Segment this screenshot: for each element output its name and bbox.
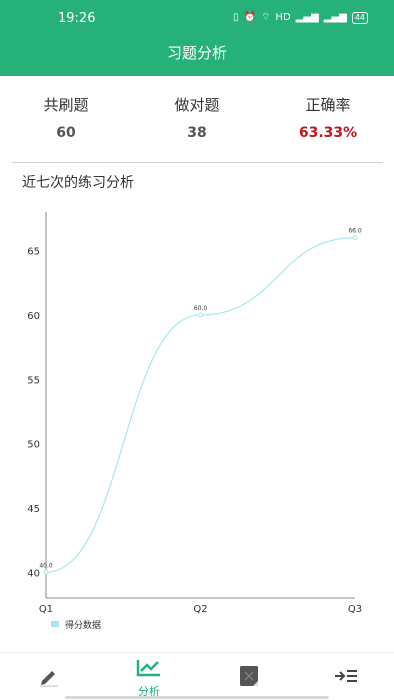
data-point: [198, 312, 203, 318]
chart-line-icon: [136, 660, 160, 677]
data-label: 66.0: [348, 228, 362, 235]
nav-practice[interactable]: [14, 665, 84, 691]
stat-rate: 正确率 63.33%: [268, 94, 388, 141]
home-indicator: [65, 696, 329, 699]
y-tick-label: 50: [27, 440, 40, 451]
section-title: 近七次的练习分析: [22, 175, 134, 191]
stat-total-value: 60: [56, 125, 76, 141]
series-line: [45, 237, 356, 573]
series-points: 40.0 60.0 66.0: [39, 228, 362, 575]
data-point: [43, 569, 49, 575]
vibrate-icon: ▯: [233, 12, 239, 23]
x-tick-label: Q3: [348, 604, 362, 615]
pencil-icon: [40, 671, 58, 687]
score-line-chart: 40 45 50 55 60 65 Q1 Q2 Q3 40.0 60.0 66.0 得分数据: [27, 212, 362, 631]
signal-icon: ▂▄▆: [295, 12, 319, 23]
status-icons: ▯ ⏰ ⌔ HD ▂▄▆ ▂▄▆ 44: [233, 11, 368, 24]
x-axis: Q1 Q2 Q3: [39, 604, 362, 615]
legend-label: 得分数据: [65, 619, 101, 631]
divider: [12, 162, 383, 163]
nav-wrong-book[interactable]: [214, 664, 284, 692]
bottom-nav: 分析: [0, 652, 394, 700]
stat-correct-label: 做对题: [174, 96, 220, 114]
signal-icon-2: ▂▄▆: [323, 12, 347, 23]
note-book-icon: [240, 666, 258, 686]
y-tick-label: 45: [27, 504, 40, 515]
y-tick-label: 65: [27, 247, 40, 258]
stat-total: 共刷题 60: [6, 94, 126, 141]
y-tick-label: 60: [27, 311, 40, 322]
wifi-icon: ⌔: [261, 12, 271, 23]
data-label: 40.0: [39, 562, 53, 569]
stat-rate-value: 63.33%: [298, 125, 358, 141]
y-tick-label: 40: [27, 568, 40, 579]
data-point: [352, 235, 358, 241]
nav-analysis[interactable]: 分析: [114, 657, 184, 699]
network-label: HD: [275, 12, 291, 23]
stat-correct-value: 38: [187, 125, 207, 141]
app-bar: 习题分析: [0, 36, 394, 76]
y-tick-label: 55: [27, 375, 40, 386]
stat-rate-label: 正确率: [305, 96, 351, 114]
x-tick-label: Q1: [39, 604, 53, 615]
status-bar: 19:26 ▯ ⏰ ⌔ HD ▂▄▆ ▂▄▆ 44: [0, 0, 394, 36]
data-label: 60.0: [194, 305, 208, 312]
page-title: 习题分析: [166, 44, 227, 62]
stats-panel: 共刷题 60 做对题 38 正确率 63.33%: [0, 76, 394, 162]
arrow-list-icon: [335, 670, 357, 682]
status-time: 19:26: [58, 11, 96, 26]
stat-correct: 做对题 38: [137, 94, 257, 141]
stat-total-label: 共刷题: [43, 96, 89, 114]
legend-swatch: [51, 621, 59, 627]
x-tick-label: Q2: [193, 604, 207, 615]
y-axis: 40 45 50 55 60 65: [27, 247, 40, 580]
battery-icon: 44: [351, 11, 368, 24]
nav-exit[interactable]: [311, 667, 381, 689]
alarm-icon: ⏰: [243, 12, 257, 23]
